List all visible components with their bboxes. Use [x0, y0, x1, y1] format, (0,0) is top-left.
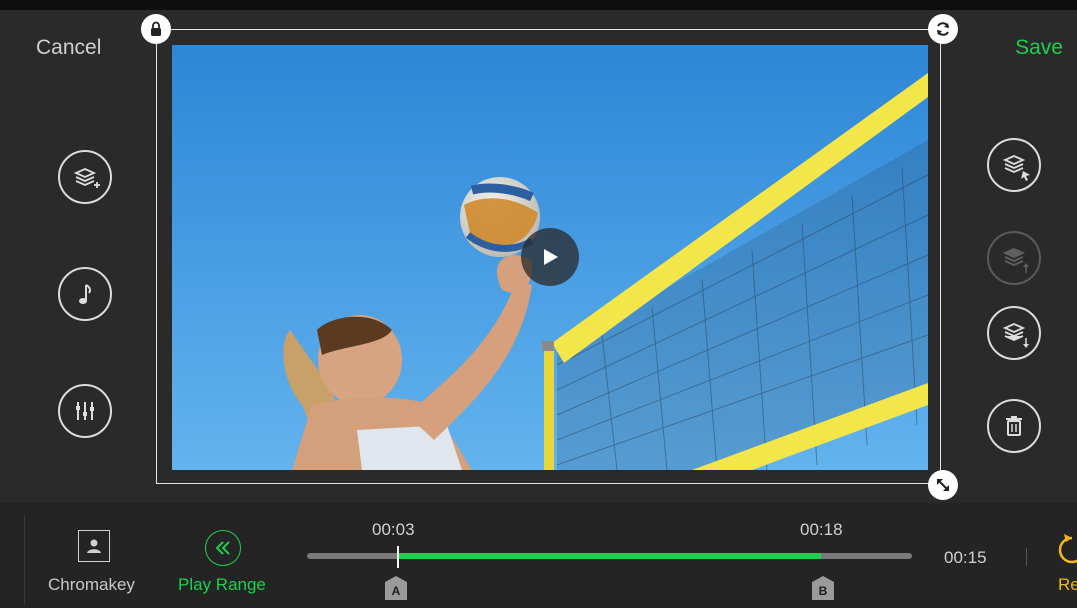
marker-a-label: A: [391, 584, 401, 598]
double-chevron-left-icon: [215, 541, 230, 555]
top-strip: [0, 0, 1077, 10]
range-start-time: 00:03: [372, 520, 415, 539]
trash-icon: [1006, 416, 1022, 436]
layer-down-button[interactable]: [987, 306, 1041, 360]
play-icon: [544, 249, 558, 265]
range-marker-a[interactable]: A: [385, 576, 407, 600]
chromakey-button[interactable]: [78, 530, 110, 562]
partial-tool-label[interactable]: Re: [1058, 575, 1077, 595]
play-button[interactable]: [521, 228, 579, 286]
range-end-time: 00:18: [800, 520, 843, 539]
person-icon: [87, 539, 101, 553]
music-button[interactable]: [58, 267, 112, 321]
layer-up-icon: [1002, 248, 1029, 273]
select-layer-icon: [1002, 155, 1030, 181]
play-range-button[interactable]: [205, 530, 241, 566]
equalizer-button[interactable]: [58, 384, 112, 438]
rotate-icon[interactable]: [928, 14, 958, 44]
range-marker-b[interactable]: B: [812, 576, 834, 600]
add-layer-icon: [73, 168, 100, 188]
partial-tool-icon[interactable]: [1058, 528, 1077, 568]
delete-button[interactable]: [987, 399, 1041, 453]
lock-icon[interactable]: [141, 14, 171, 44]
music-icon: [79, 284, 91, 304]
chromakey-label[interactable]: Chromakey: [48, 575, 135, 595]
select-layer-button[interactable]: [987, 138, 1041, 192]
layer-down-icon: [1002, 323, 1029, 348]
marker-b-label: B: [818, 584, 828, 598]
equalizer-icon: [76, 402, 94, 420]
range-selected-fill: [397, 553, 822, 559]
add-layer-button[interactable]: [58, 150, 112, 204]
cancel-button[interactable]: Cancel: [36, 36, 101, 60]
resize-icon[interactable]: [928, 470, 958, 500]
divider: [1026, 548, 1027, 566]
play-range-label[interactable]: Play Range: [178, 575, 266, 595]
layer-up-button[interactable]: [987, 231, 1041, 285]
divider: [24, 515, 25, 605]
save-button[interactable]: Save: [1015, 36, 1063, 60]
playhead[interactable]: [397, 546, 399, 568]
range-duration: 00:15: [944, 548, 987, 567]
